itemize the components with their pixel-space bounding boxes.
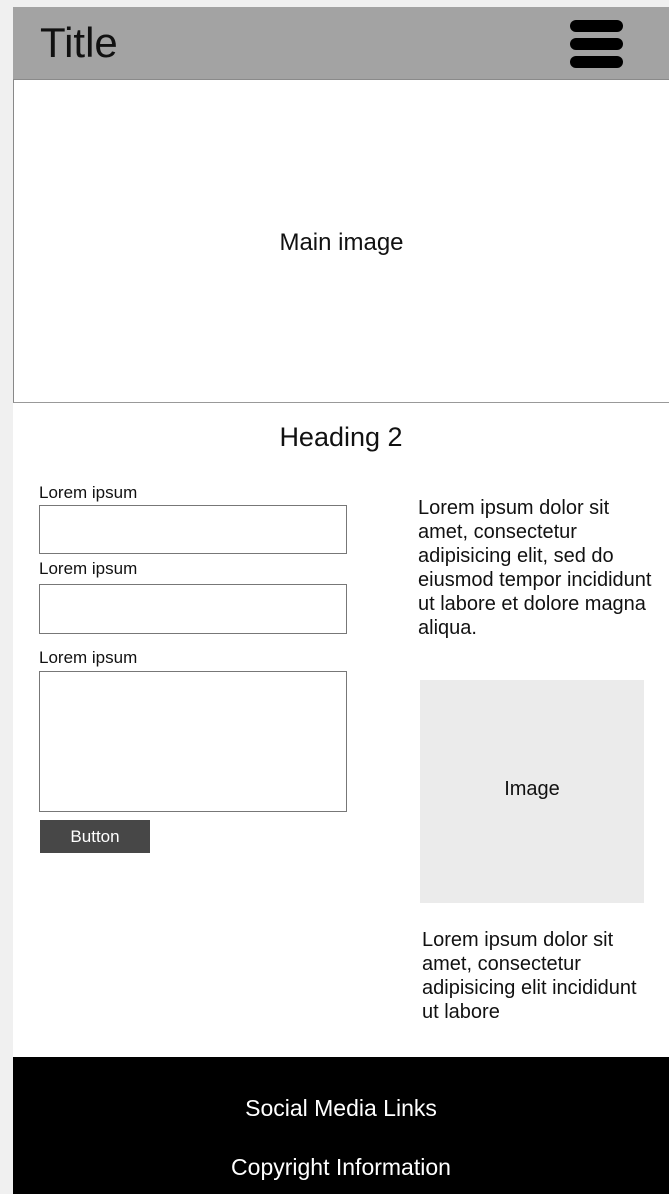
- page-title: Title: [40, 19, 118, 66]
- menu-bar-line: [570, 56, 623, 68]
- intro-paragraph: Lorem ipsum dolor sit amet, consectetur …: [418, 497, 652, 639]
- text-field-2[interactable]: [39, 584, 347, 634]
- menu-bar-line: [570, 20, 623, 32]
- caption-paragraph: Lorem ipsum dolor sit amet, consectetur …: [422, 929, 637, 1023]
- section-heading: Heading 2: [279, 422, 403, 452]
- copyright-info: Copyright Information: [231, 1154, 451, 1180]
- page: Title Main image Heading 2 Lorem ipsum L…: [13, 7, 669, 1194]
- image-label: Image: [504, 778, 560, 800]
- main-image-placeholder: Main image: [13, 80, 669, 403]
- textarea-field[interactable]: [39, 671, 347, 812]
- menu-bar-line: [570, 38, 623, 50]
- footer: Social Media Links Copyright Information: [13, 1057, 669, 1194]
- field3-label: Lorem ipsum: [39, 648, 138, 667]
- field1-label: Lorem ipsum: [39, 483, 138, 502]
- image-placeholder: Image: [420, 680, 644, 903]
- main-image-label: Main image: [279, 229, 404, 256]
- header-bar: Title: [13, 7, 669, 80]
- hamburger-menu-icon[interactable]: [570, 20, 623, 70]
- social-media-links[interactable]: Social Media Links: [13, 1094, 669, 1122]
- text-field-1[interactable]: [39, 505, 347, 554]
- submit-button[interactable]: Button: [40, 820, 150, 853]
- field2-label: Lorem ipsum: [39, 559, 138, 578]
